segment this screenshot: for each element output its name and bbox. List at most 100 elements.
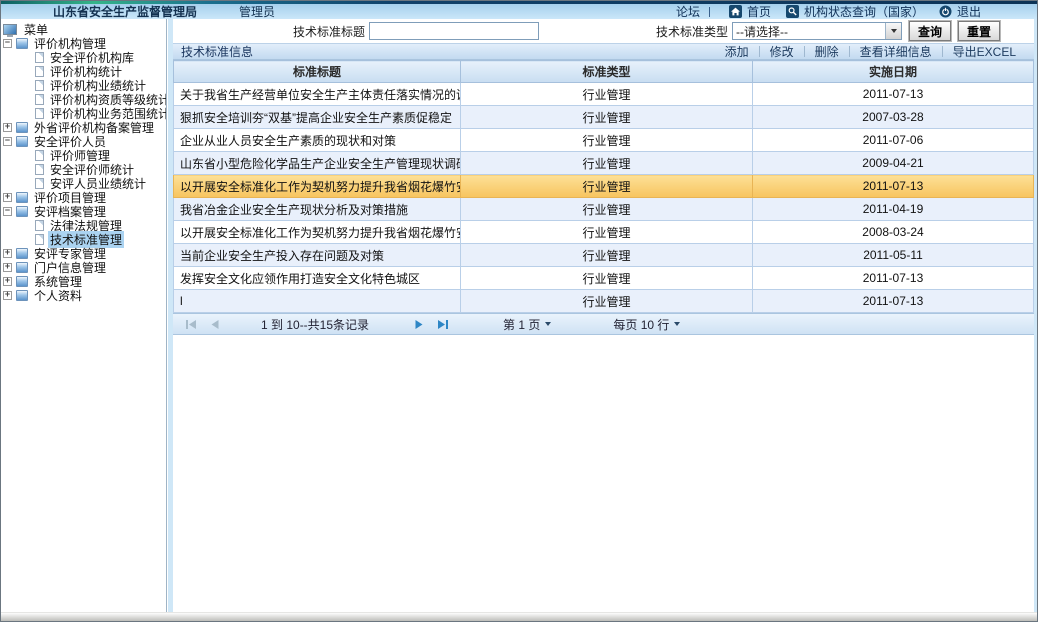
menu-icon bbox=[3, 24, 17, 35]
cell-date[interactable]: 2011-05-11 bbox=[753, 244, 1034, 267]
sidebar-item-label[interactable]: 个人资料 bbox=[32, 287, 84, 304]
cell-type[interactable]: 行业管理 bbox=[461, 152, 753, 175]
cell-title[interactable]: 山东省小型危险化学品生产企业安全生产管理现状调研报告 bbox=[174, 152, 461, 175]
document-icon bbox=[35, 52, 44, 63]
logout-icon[interactable] bbox=[939, 5, 952, 18]
table-row[interactable]: 关于我省生产经营单位安全生产主体责任落实情况的调研报告行业管理2011-07-1… bbox=[174, 83, 1034, 106]
document-icon bbox=[35, 178, 44, 189]
cell-date[interactable]: 2011-04-19 bbox=[753, 198, 1034, 221]
table-row[interactable]: 我省冶金企业安全生产现状分析及对策措施行业管理2011-04-19 bbox=[174, 198, 1034, 221]
cell-title[interactable]: 我省冶金企业安全生产现状分析及对策措施 bbox=[174, 198, 461, 221]
collapse-icon[interactable]: − bbox=[3, 39, 12, 48]
cell-type[interactable]: 行业管理 bbox=[461, 129, 753, 152]
cell-type[interactable]: 行业管理 bbox=[461, 244, 753, 267]
expand-icon[interactable]: + bbox=[3, 277, 12, 286]
cell-type[interactable]: 行业管理 bbox=[461, 267, 753, 290]
chevron-down-icon[interactable] bbox=[885, 23, 901, 39]
standards-table-body: 关于我省生产经营单位安全生产主体责任落实情况的调研报告行业管理2011-07-1… bbox=[174, 83, 1034, 313]
cell-title[interactable]: 以开展安全标准化工作为契机努力提升我省烟花爆竹安全管理水平 bbox=[174, 175, 461, 198]
search-bar: 技术标准标题 技术标准类型 --请选择-- 查询 重置 bbox=[173, 19, 1034, 43]
first-page-button[interactable] bbox=[183, 316, 199, 332]
section-toolbar: 技术标准信息 添加修改删除查看详细信息导出EXCEL bbox=[173, 43, 1034, 60]
page-size-select[interactable]: 每页 10 行 bbox=[613, 316, 680, 333]
table-row[interactable]: 以开展安全标准化工作为契机努力提升我省烟花爆竹安全管理水平行业管理2011-07… bbox=[174, 175, 1034, 198]
cell-title[interactable]: 当前企业安全生产投入存在问题及对策 bbox=[174, 244, 461, 267]
prev-page-button[interactable] bbox=[207, 316, 223, 332]
cell-type[interactable]: 行业管理 bbox=[461, 290, 753, 313]
home-icon[interactable] bbox=[729, 5, 742, 18]
record-range-info: 1 到 10--共15条记录 bbox=[261, 316, 369, 333]
cell-date[interactable]: 2011-07-13 bbox=[753, 290, 1034, 313]
toolbar-actions: 添加修改删除查看详细信息导出EXCEL bbox=[715, 43, 1034, 60]
expand-icon[interactable]: + bbox=[3, 249, 12, 258]
expand-icon[interactable]: + bbox=[3, 291, 12, 300]
page-select[interactable]: 第 1 页 bbox=[503, 316, 551, 333]
folder-icon bbox=[16, 38, 28, 49]
home-link[interactable]: 首页 bbox=[747, 3, 771, 20]
table-row[interactable]: 山东省小型危险化学品生产企业安全生产管理现状调研报告行业管理2009-04-21 bbox=[174, 152, 1034, 175]
expand-icon[interactable]: + bbox=[3, 123, 12, 132]
cell-date[interactable]: 2009-04-21 bbox=[753, 152, 1034, 175]
sidebar-item[interactable]: + 个人资料 bbox=[1, 288, 166, 302]
toolbar-action-delete[interactable]: 删除 bbox=[805, 43, 849, 60]
document-icon bbox=[35, 80, 44, 91]
org-status-link[interactable]: 机构状态查询（国家） bbox=[804, 3, 924, 20]
last-page-button[interactable] bbox=[435, 316, 451, 332]
cell-title[interactable]: 狠抓安全培训夯“双基”提高企业安全生产素质促稳定 bbox=[174, 106, 461, 129]
toolbar-action-export-excel[interactable]: 导出EXCEL bbox=[943, 43, 1026, 60]
table-row[interactable]: 狠抓安全培训夯“双基”提高企业安全生产素质促稳定行业管理2007-03-28 bbox=[174, 106, 1034, 129]
folder-icon bbox=[16, 248, 28, 259]
cell-title[interactable]: l bbox=[174, 290, 461, 313]
toolbar-action-view-detail[interactable]: 查看详细信息 bbox=[850, 43, 942, 60]
cell-title[interactable]: 企业从业人员安全生产素质的现状和对策 bbox=[174, 129, 461, 152]
cell-type[interactable]: 行业管理 bbox=[461, 106, 753, 129]
page-size-label: 每页 10 行 bbox=[613, 316, 669, 333]
collapse-icon[interactable]: − bbox=[3, 137, 12, 146]
cell-date[interactable]: 2011-07-13 bbox=[753, 175, 1034, 198]
column-header-date[interactable]: 实施日期 bbox=[753, 61, 1034, 83]
standard-type-select[interactable]: --请选择-- bbox=[732, 22, 902, 40]
cell-type[interactable]: 行业管理 bbox=[461, 198, 753, 221]
table-row[interactable]: 发挥安全文化应领作用打造安全文化特色城区行业管理2011-07-13 bbox=[174, 267, 1034, 290]
cell-title[interactable]: 发挥安全文化应领作用打造安全文化特色城区 bbox=[174, 267, 461, 290]
cell-date[interactable]: 2011-07-06 bbox=[753, 129, 1034, 152]
main-content: 技术标准标题 技术标准类型 --请选择-- 查询 重置 技术标准信息 添加修改删… bbox=[173, 19, 1034, 612]
collapse-icon[interactable]: − bbox=[3, 207, 12, 216]
table-row[interactable]: 当前企业安全生产投入存在问题及对策行业管理2011-05-11 bbox=[174, 244, 1034, 267]
cell-date[interactable]: 2011-07-13 bbox=[753, 267, 1034, 290]
folder-icon bbox=[16, 136, 28, 147]
logout-link[interactable]: 退出 bbox=[957, 3, 981, 20]
folder-icon bbox=[16, 206, 28, 217]
user-role: 管理员 bbox=[239, 3, 275, 20]
folder-icon bbox=[16, 276, 28, 287]
document-icon bbox=[35, 220, 44, 231]
forum-link[interactable]: 论坛 bbox=[676, 3, 700, 20]
standard-title-input[interactable] bbox=[369, 22, 539, 40]
expand-icon[interactable]: + bbox=[3, 263, 12, 272]
cell-type[interactable]: 行业管理 bbox=[461, 83, 753, 106]
cell-title[interactable]: 关于我省生产经营单位安全生产主体责任落实情况的调研报告 bbox=[174, 83, 461, 106]
column-header-type[interactable]: 标准类型 bbox=[461, 61, 753, 83]
toolbar-action-edit[interactable]: 修改 bbox=[760, 43, 804, 60]
table-row[interactable]: l行业管理2011-07-13 bbox=[174, 290, 1034, 313]
toolbar-action-add[interactable]: 添加 bbox=[715, 43, 759, 60]
table-row[interactable]: 企业从业人员安全生产素质的现状和对策行业管理2011-07-06 bbox=[174, 129, 1034, 152]
document-icon bbox=[35, 66, 44, 77]
separator bbox=[709, 7, 710, 17]
section-title: 技术标准信息 bbox=[173, 43, 253, 60]
next-page-button[interactable] bbox=[411, 316, 427, 332]
column-header-title[interactable]: 标准标题 bbox=[174, 61, 461, 83]
cell-date[interactable]: 2011-07-13 bbox=[753, 83, 1034, 106]
document-icon bbox=[35, 234, 44, 245]
reset-button[interactable]: 重置 bbox=[958, 21, 1000, 41]
table-row[interactable]: 以开展安全标准化工作为契机努力提升我省烟花爆竹安全管理水平行业管理2008-03… bbox=[174, 221, 1034, 244]
cell-type[interactable]: 行业管理 bbox=[461, 221, 753, 244]
org-status-search-icon[interactable] bbox=[786, 5, 799, 18]
cell-date[interactable]: 2007-03-28 bbox=[753, 106, 1034, 129]
cell-title[interactable]: 以开展安全标准化工作为契机努力提升我省烟花爆竹安全管理水平 bbox=[174, 221, 461, 244]
query-button[interactable]: 查询 bbox=[909, 21, 951, 41]
standard-type-label: 技术标准类型 bbox=[656, 23, 728, 40]
expand-icon[interactable]: + bbox=[3, 193, 12, 202]
cell-type[interactable]: 行业管理 bbox=[461, 175, 753, 198]
cell-date[interactable]: 2008-03-24 bbox=[753, 221, 1034, 244]
